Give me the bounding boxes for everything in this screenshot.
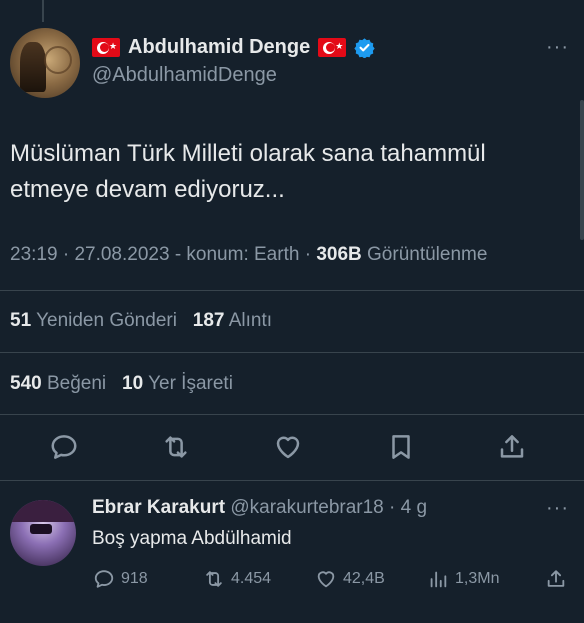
reply-reply-button[interactable]: 918 <box>93 568 148 590</box>
reply-like-button[interactable]: 42,4B <box>315 568 385 590</box>
author-name[interactable]: Abdulhamid Denge <box>128 36 310 59</box>
author-name-row[interactable]: ★ Abdulhamid Denge ★ <box>92 36 375 59</box>
tweet-text-line1: Müslüman Türk Milleti olarak sana tahamm… <box>10 140 486 167</box>
reply-age[interactable]: 4 g <box>401 497 427 518</box>
reply-reposts-count: 4.454 <box>231 570 272 587</box>
avatar-face-mark <box>30 524 52 534</box>
bookmarks-count[interactable]: 10 <box>122 373 143 394</box>
reply-replies-count: 918 <box>121 570 148 587</box>
heart-icon <box>317 571 335 588</box>
reply-views-count: 1,3Mn <box>455 570 500 587</box>
reply-more-options-icon[interactable]: ··· <box>546 497 569 520</box>
repost-quote-stats: 51 Yeniden Gönderi 187 Alıntı <box>10 310 272 332</box>
avatar-calligraphy <box>44 46 72 74</box>
share-icon <box>547 570 565 587</box>
quotes-count[interactable]: 187 <box>193 310 225 331</box>
divider <box>0 480 584 481</box>
quotes-label[interactable]: Alıntı <box>229 310 272 331</box>
reply-author-avatar[interactable] <box>10 500 76 566</box>
reply-header: Ebrar Karakurt @karakurtebrar18 · 4 g <box>92 497 428 518</box>
tweet-text: Müslüman Türk Milleti olarak sana tahamm… <box>10 136 570 208</box>
bookmarks-label[interactable]: Yer İşareti <box>148 373 233 394</box>
author-handle[interactable]: @AbdulhamidDenge <box>92 64 277 87</box>
reply-text: Boş yapma Abdülhamid <box>92 528 292 549</box>
like-bookmark-stats: 540 Beğeni 10 Yer İşareti <box>10 373 233 395</box>
reply-share-button[interactable] <box>545 568 567 590</box>
turkish-flag-icon: ★ <box>92 38 120 57</box>
like-button[interactable] <box>273 432 307 466</box>
verified-badge-icon <box>354 38 375 58</box>
heart-icon <box>276 436 300 459</box>
reposts-label[interactable]: Yeniden Gönderi <box>36 310 177 331</box>
author-avatar[interactable] <box>10 28 80 98</box>
tweet-time[interactable]: 23:19 <box>10 244 58 265</box>
reposts-count[interactable]: 51 <box>10 310 31 331</box>
views-count: 306B <box>316 244 362 265</box>
views-label: Görüntülenme <box>367 244 488 265</box>
reply-author-name[interactable]: Ebrar Karakurt <box>92 497 225 518</box>
likes-count[interactable]: 540 <box>10 373 42 394</box>
share-icon <box>500 435 524 458</box>
avatar-figure <box>20 42 46 92</box>
reply-views-button[interactable]: 1,3Mn <box>427 568 499 590</box>
reply-likes-count: 42,4B <box>343 570 385 587</box>
reply-button[interactable] <box>49 432 83 466</box>
bookmark-icon <box>392 435 410 459</box>
divider <box>0 352 584 353</box>
repost-button[interactable] <box>161 432 195 466</box>
tweet-text-line2: etmeye devam ediyoruz... <box>10 176 285 203</box>
reply-icon <box>94 570 114 588</box>
avatar-hair <box>10 500 76 522</box>
tweet-location: konum: Earth <box>186 244 300 265</box>
more-options-icon[interactable]: ··· <box>546 36 569 59</box>
reply-repost-button[interactable]: 4.454 <box>203 568 271 590</box>
likes-label[interactable]: Beğeni <box>47 373 106 394</box>
scrollbar[interactable] <box>580 100 584 240</box>
turkish-flag-icon: ★ <box>318 38 347 57</box>
thread-connector-line <box>42 0 44 22</box>
reply-author-handle[interactable]: @karakurtebrar18 <box>230 497 383 518</box>
repost-icon <box>206 571 222 587</box>
tweet-date[interactable]: 27.08.2023 <box>74 244 169 265</box>
share-button[interactable] <box>497 432 531 466</box>
reply-icon <box>51 435 77 459</box>
tweet-meta: 23:19 · 27.08.2023 - konum: Earth · 306B… <box>10 244 488 265</box>
repost-icon <box>165 436 187 458</box>
divider <box>0 290 584 291</box>
divider <box>0 414 584 415</box>
bookmark-button[interactable] <box>386 432 420 466</box>
views-icon <box>430 571 447 588</box>
